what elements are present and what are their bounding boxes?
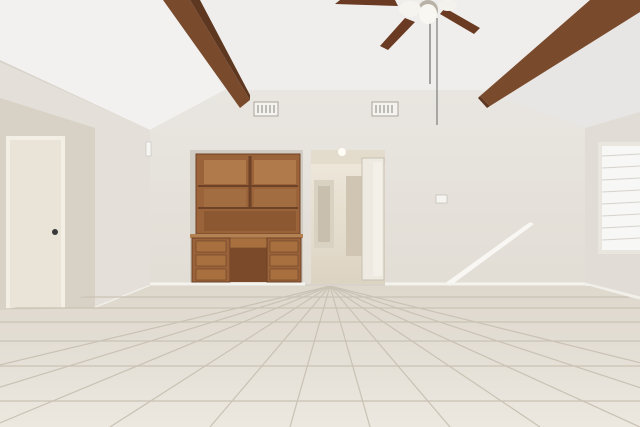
built-in-desk — [190, 150, 303, 284]
room-illustration — [0, 0, 640, 427]
wall-outlet-icon — [435, 194, 448, 204]
closet-door — [6, 136, 65, 308]
air-vent-icon — [371, 101, 399, 117]
door-knob-icon — [52, 229, 58, 235]
hallway-opening — [311, 148, 385, 284]
light-switch-icon — [145, 141, 152, 157]
room-photo — [0, 0, 640, 427]
window — [598, 142, 640, 254]
air-vent-icon — [253, 101, 279, 117]
